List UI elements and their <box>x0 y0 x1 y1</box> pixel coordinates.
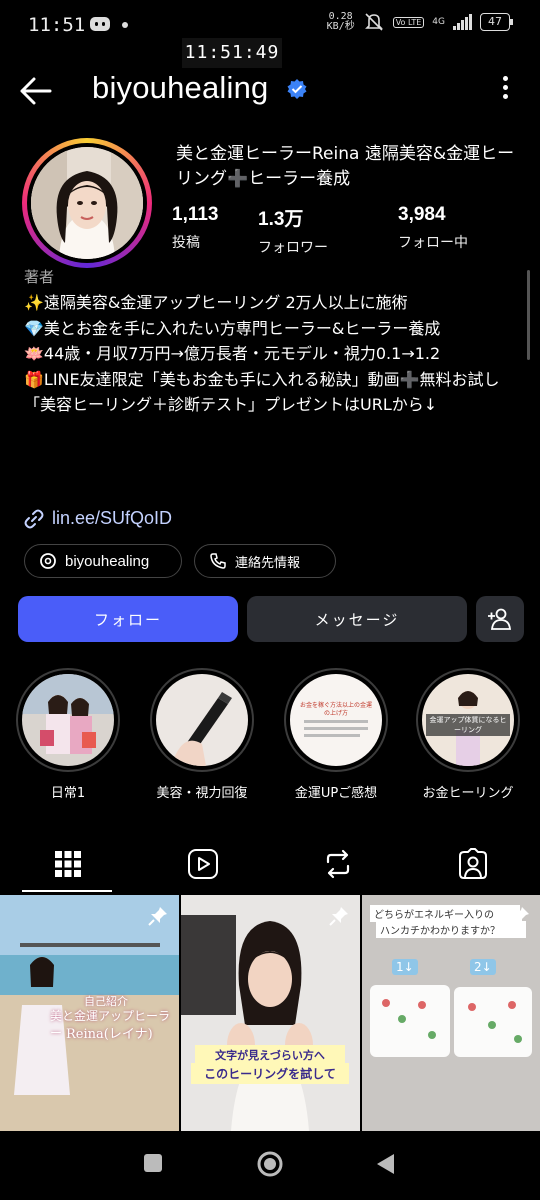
battery-level: 47 <box>488 15 502 28</box>
highlight-cover: 金運アップ体質になるヒーリング <box>422 674 514 766</box>
stat-followers-value: 1.3万 <box>258 209 304 230</box>
discord-icon <box>90 17 110 31</box>
highlight-label: 金運UPご感想 <box>294 786 378 801</box>
recents-icon[interactable] <box>142 1152 164 1174</box>
avatar <box>31 147 143 259</box>
home-icon[interactable] <box>256 1150 284 1178</box>
profile-avatar-ring[interactable] <box>22 138 152 268</box>
profile-header: biyouhealing <box>0 66 540 116</box>
add-person-icon <box>488 608 512 630</box>
follow-button[interactable]: フォロー <box>18 596 238 642</box>
link-icon <box>24 509 44 528</box>
status-time: 11:51 <box>28 14 86 36</box>
highlight-cover <box>156 674 248 766</box>
highlight-money-healing[interactable]: 金運アップ体質になるヒーリング お金ヒーリング <box>414 668 522 801</box>
profile-link[interactable]: lin.ee/SUfQoID <box>24 508 172 529</box>
message-button[interactable]: メッセージ <box>247 596 467 642</box>
network-speed: 0.28 KB/秒 <box>327 12 355 32</box>
network-type: 4G <box>432 17 445 27</box>
contact-chip[interactable]: 連絡先情報 <box>194 544 336 578</box>
battery-icon: 47 <box>480 13 513 31</box>
scrollbar[interactable] <box>527 270 530 360</box>
post-caption: 文字が見えづらい方へ <box>195 1045 345 1065</box>
profile-category: 著者 <box>24 268 55 286</box>
stat-followers[interactable]: 1.3万 フォロワー <box>258 204 328 257</box>
profile-bio: ✨遠隔美容&金運アップヒーリング 2万人以上に施術 💎美とお金を手に入れたい方専… <box>24 290 524 418</box>
tab-posts[interactable] <box>0 842 135 886</box>
stat-following-label: フォロー中 <box>398 235 468 251</box>
post-tile[interactable]: 自己紹介 美と金運アップヒーラー Reina(レイナ) <box>0 895 179 1131</box>
post-label: 2↓ <box>470 959 496 975</box>
highlight-cover-text: お金を稼ぐ方法以上の金運の上げ方 <box>299 702 372 717</box>
status-indicators: 0.28 KB/秒 Vo LTE 4G 47 <box>327 12 513 32</box>
mute-icon <box>364 13 383 31</box>
stat-posts[interactable]: 1,113 投稿 <box>172 204 219 252</box>
volte-icon: Vo LTE <box>392 16 425 28</box>
notification-dot-icon <box>122 22 128 28</box>
profile-display-name: 美と金運ヒーラーReina 遠隔美容&金運ヒーリング➕ヒーラー養成 <box>176 144 515 189</box>
highlight-cover: お金を稼ぐ方法以上の金運の上げ方 <box>290 674 382 766</box>
floating-clock: 11:51:49 <box>182 38 282 68</box>
bio-line: 🪷44歳・月収7万円→億万長者・元モデル・視力0.1→1.2 <box>24 344 441 363</box>
highlight-daily[interactable]: 日常1 <box>14 668 122 801</box>
back-nav-icon[interactable] <box>374 1152 398 1176</box>
profile-tabs <box>0 836 540 894</box>
tab-tagged[interactable] <box>405 842 540 886</box>
profile-link-text[interactable]: lin.ee/SUfQoID <box>52 508 172 529</box>
bio-line: ✨遠隔美容&金運アップヒーリング 2万人以上に施術 <box>24 293 408 312</box>
contact-chip-label: 連絡先情報 <box>235 555 301 571</box>
stat-posts-label: 投稿 <box>172 235 200 251</box>
reels-icon <box>187 849 218 879</box>
post-grid: 自己紹介 美と金運アップヒーラー Reina(レイナ) 文字が見えづらい方へ こ… <box>0 895 540 1131</box>
arrow-left-icon[interactable] <box>16 74 56 108</box>
highlight-cover <box>22 674 114 766</box>
system-navigation-bar <box>0 1132 540 1200</box>
pin-icon <box>148 907 167 926</box>
post-label: 1↓ <box>392 959 418 975</box>
phone-icon <box>210 553 226 569</box>
post-caption: どちらがエネルギー入りの <box>370 905 520 922</box>
profile-stats: 1,113 投稿 1.3万 フォロワー 3,984 フォロー中 <box>172 204 522 256</box>
highlight-label: お金ヒーリング <box>422 786 514 801</box>
threads-chip-label: biyouhealing <box>65 552 150 570</box>
post-caption: Reina(レイナ) <box>66 1027 153 1042</box>
tab-reels[interactable] <box>135 842 270 886</box>
post-caption: このヒーリングを試して <box>191 1063 349 1084</box>
pin-icon <box>329 907 348 926</box>
highlight-fortune-reviews[interactable]: お金を稼ぐ方法以上の金運の上げ方 金運UPご感想 <box>282 668 390 801</box>
stat-following-value: 3,984 <box>398 204 446 225</box>
stat-followers-label: フォロワー <box>258 240 328 256</box>
highlight-label: 日常1 <box>50 786 86 801</box>
post-caption: ハンカチかわかりますか？ <box>376 921 526 938</box>
profile-username: biyouhealing <box>92 70 269 105</box>
stat-following[interactable]: 3,984 フォロー中 <box>398 204 468 252</box>
pin-icon <box>510 907 529 926</box>
bio-line: 🎁LINE友達限定「美もお金も手に入れる秘訣」動画➕無料お試し「美容ヒーリング＋… <box>24 369 500 415</box>
highlight-beauty[interactable]: 美容・視力回復 <box>148 668 256 801</box>
add-person-button[interactable] <box>476 596 524 642</box>
grid-icon <box>54 851 81 877</box>
stat-posts-value: 1,113 <box>172 204 219 225</box>
highlight-label: 美容・視力回復 <box>156 786 248 801</box>
threads-chip[interactable]: biyouhealing <box>24 544 182 578</box>
threads-icon <box>40 553 56 569</box>
tagged-icon <box>458 848 487 879</box>
active-tab-indicator <box>22 890 112 892</box>
highlight-cover-text: 金運アップ体質になるヒーリング <box>426 714 510 736</box>
network-speed-unit: KB/秒 <box>326 21 355 32</box>
signal-bars-icon <box>453 14 472 30</box>
more-vertical-icon[interactable] <box>500 76 510 106</box>
reposts-icon <box>326 849 349 879</box>
post-tile[interactable]: どちらがエネルギー入りの ハンカチかわかりますか？ 1↓ 2↓ <box>362 895 540 1131</box>
bio-line: 💎美とお金を手に入れたい方専門ヒーラー&ヒーラー養成 <box>24 318 441 338</box>
verified-badge-icon <box>287 79 307 99</box>
tab-reposts[interactable] <box>270 842 405 886</box>
post-tile[interactable]: 文字が見えづらい方へ このヒーリングを試して <box>181 895 360 1131</box>
